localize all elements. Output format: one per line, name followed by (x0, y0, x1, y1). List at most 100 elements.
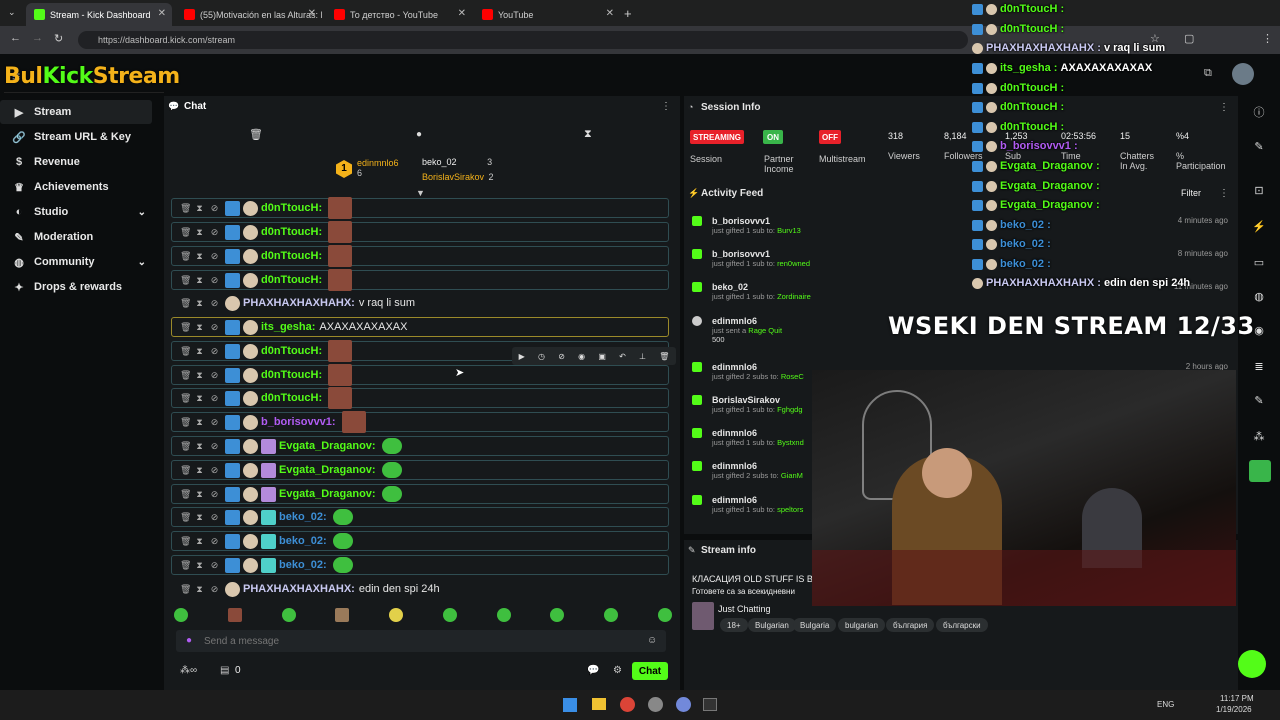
hourglass-icon[interactable]: ⧗ (195, 417, 204, 428)
list-icon[interactable]: ≣ (1252, 360, 1266, 374)
emote-icon[interactable] (335, 608, 350, 622)
trash-icon[interactable]: 🗑 (180, 584, 191, 595)
emote-icon[interactable] (550, 608, 565, 622)
new-tab-icon[interactable]: + (624, 6, 632, 21)
ban-icon[interactable]: ⊘ (210, 489, 219, 500)
chat-icon[interactable]: ◍ (1252, 290, 1266, 304)
trash-icon[interactable]: 🗑 (180, 227, 191, 238)
hourglass-icon[interactable]: ⧗ (195, 560, 204, 571)
chat-message-row[interactable]: 🗑 ⧗ ⊘ PHAXHAXHAXHAHX: edin den spi 24h (171, 579, 669, 599)
chat-more-icon[interactable]: ⋮ (661, 101, 671, 112)
trash-icon[interactable]: 🗑 (180, 465, 191, 476)
back-icon[interactable]: ← (10, 32, 21, 44)
chat-username[interactable]: PHAXHAXHAXHAHX: (243, 297, 355, 309)
clock-icon[interactable]: ◷ (538, 352, 545, 361)
ban-icon[interactable]: ⊘ (210, 251, 219, 262)
undo-icon[interactable]: ↶ (619, 352, 626, 361)
filter-button[interactable]: Filter (1181, 188, 1201, 198)
hourglass-icon[interactable]: ⧗ (195, 465, 204, 476)
emote-icon[interactable] (389, 608, 404, 622)
sidebar-item-achievements[interactable]: ♛ Achievements (0, 175, 152, 199)
copy-icon[interactable]: ▣ (598, 352, 606, 361)
gear-icon[interactable]: ⚙ (613, 665, 622, 676)
trash-icon[interactable]: 🗑 (180, 560, 191, 571)
chevron-down-icon[interactable]: ▼ (416, 188, 425, 198)
url-input[interactable]: https://dashboard.kick.com/stream (78, 31, 968, 49)
chat-send-button[interactable]: Chat (632, 662, 668, 680)
wrench-icon[interactable]: ✎ (1252, 394, 1266, 408)
trash-icon[interactable]: 🗑 (249, 128, 263, 141)
hourglass-icon[interactable]: ⧗ (195, 512, 204, 523)
chart-button[interactable] (1249, 460, 1271, 482)
hourglass-icon[interactable]: ⧗ (195, 536, 204, 547)
close-tab-icon[interactable]: ✕ (158, 8, 166, 19)
hourglass-icon[interactable]: ⧗ (195, 489, 204, 500)
chat-bubble-icon[interactable]: ● (416, 129, 422, 140)
emoji-icon[interactable]: ☺ (647, 635, 657, 646)
dots-icon[interactable]: ⁂ (1252, 430, 1266, 444)
chat-username[interactable]: d0nTtoucH: (261, 202, 322, 214)
chat-username[interactable]: Evgata_Draganov: (279, 488, 376, 500)
windows-start-icon[interactable] (563, 698, 577, 712)
chat-username[interactable]: beko_02: (279, 559, 327, 571)
chat-message-row[interactable]: 🗑 ⧗ ⊘ Evgata_Draganov: (171, 460, 669, 480)
language-indicator[interactable]: ENG (1157, 700, 1174, 709)
hourglass-icon[interactable]: ⧗ (195, 584, 204, 595)
hourglass-icon[interactable]: ⧗ (195, 227, 204, 238)
play-icon[interactable]: ▶ (519, 352, 525, 361)
tab-youtube-1[interactable]: (55)Motivación en las Alturas: E ✕ (176, 3, 322, 26)
chat-username[interactable]: d0nTtoucH: (261, 226, 322, 238)
file-explorer-icon[interactable] (592, 698, 606, 710)
activity-more-icon[interactable]: ⋮ (1219, 188, 1229, 199)
close-tab-icon[interactable]: ✕ (308, 8, 316, 19)
sidebar-item-stream-url[interactable]: 🔗 Stream URL & Key (0, 125, 152, 149)
hourglass-icon[interactable]: ⧗ (195, 203, 204, 214)
sidebar-item-revenue[interactable]: $ Revenue (0, 150, 152, 174)
trash-icon[interactable]: 🗑 (180, 346, 191, 357)
chat-username[interactable]: its_gesha: (261, 321, 315, 333)
emote-icon[interactable] (496, 608, 511, 622)
message-input[interactable]: ● ☺ (176, 630, 666, 652)
chat-message-row[interactable]: 🗑 ⧗ ⊘ d0nTtoucH: (171, 197, 669, 219)
close-tab-icon[interactable]: ✕ (606, 8, 614, 19)
chat-message-row[interactable]: 🗑 ⧗ ⊘ beko_02: (171, 555, 669, 575)
chat-message-row[interactable]: 🗑 ⧗ ⊘ beko_02: (171, 507, 669, 527)
trash-icon[interactable]: 🗑 (180, 370, 191, 381)
emote-icon[interactable] (604, 608, 619, 622)
chat-username[interactable]: d0nTtoucH: (261, 274, 322, 286)
hourglass-icon[interactable]: ⧗ (195, 393, 204, 404)
ban-icon[interactable]: ⊘ (210, 465, 219, 476)
chat-message-row[interactable]: 🗑 ⧗ ⊘ b_borisovvv1: (171, 411, 669, 433)
ban-icon[interactable]: ⊘ (210, 298, 219, 309)
emote-icon[interactable] (442, 608, 457, 622)
ban-icon[interactable]: ⊘ (210, 441, 219, 452)
hourglass-icon[interactable]: ⧗ (195, 346, 204, 357)
trash-icon[interactable]: 🗑 (180, 251, 191, 262)
emote-icon[interactable] (174, 608, 188, 622)
trash-icon[interactable]: 🗑 (180, 203, 191, 214)
discord-icon[interactable] (676, 697, 691, 712)
reload-icon[interactable]: ↻ (54, 32, 63, 45)
chat-username[interactable]: PHAXHAXHAXHAHX: (243, 583, 355, 595)
document-icon[interactable]: ▭ (1252, 256, 1266, 270)
menu-icon[interactable]: ⋮ (1262, 32, 1273, 45)
trash-icon[interactable]: 🗑 (180, 441, 191, 452)
camera-icon[interactable]: ⊡ (1252, 184, 1266, 198)
forward-icon[interactable]: → (32, 32, 43, 44)
trash-icon[interactable]: 🗑 (180, 512, 191, 523)
slash-icon[interactable]: ⊘ (558, 352, 565, 361)
chat-username[interactable]: d0nTtoucH: (261, 369, 322, 381)
ban-icon[interactable]: ⊘ (210, 536, 219, 547)
message-field[interactable] (204, 633, 624, 649)
tab-youtube-2[interactable]: То детство - YouTube ✕ (326, 3, 472, 26)
pencil-icon[interactable]: ✎ (1252, 140, 1266, 154)
ban-icon[interactable]: ⊘ (210, 560, 219, 571)
chat-message-row[interactable]: 🗑 ⧗ ⊘ PHAXHAXHAXHAHX: v raq li sum (171, 293, 669, 313)
chat-username[interactable]: d0nTtoucH: (261, 392, 322, 404)
emote-icon[interactable] (281, 608, 296, 622)
chat-message-row[interactable]: 🗑 ⧗ ⊘ d0nTtoucH: (171, 245, 669, 267)
ban-icon[interactable]: ⊘ (210, 512, 219, 523)
chat-bubble-icon[interactable]: 💬 (587, 665, 599, 676)
info-icon[interactable]: ⓘ (1252, 104, 1266, 119)
emote-icon[interactable] (227, 608, 242, 622)
